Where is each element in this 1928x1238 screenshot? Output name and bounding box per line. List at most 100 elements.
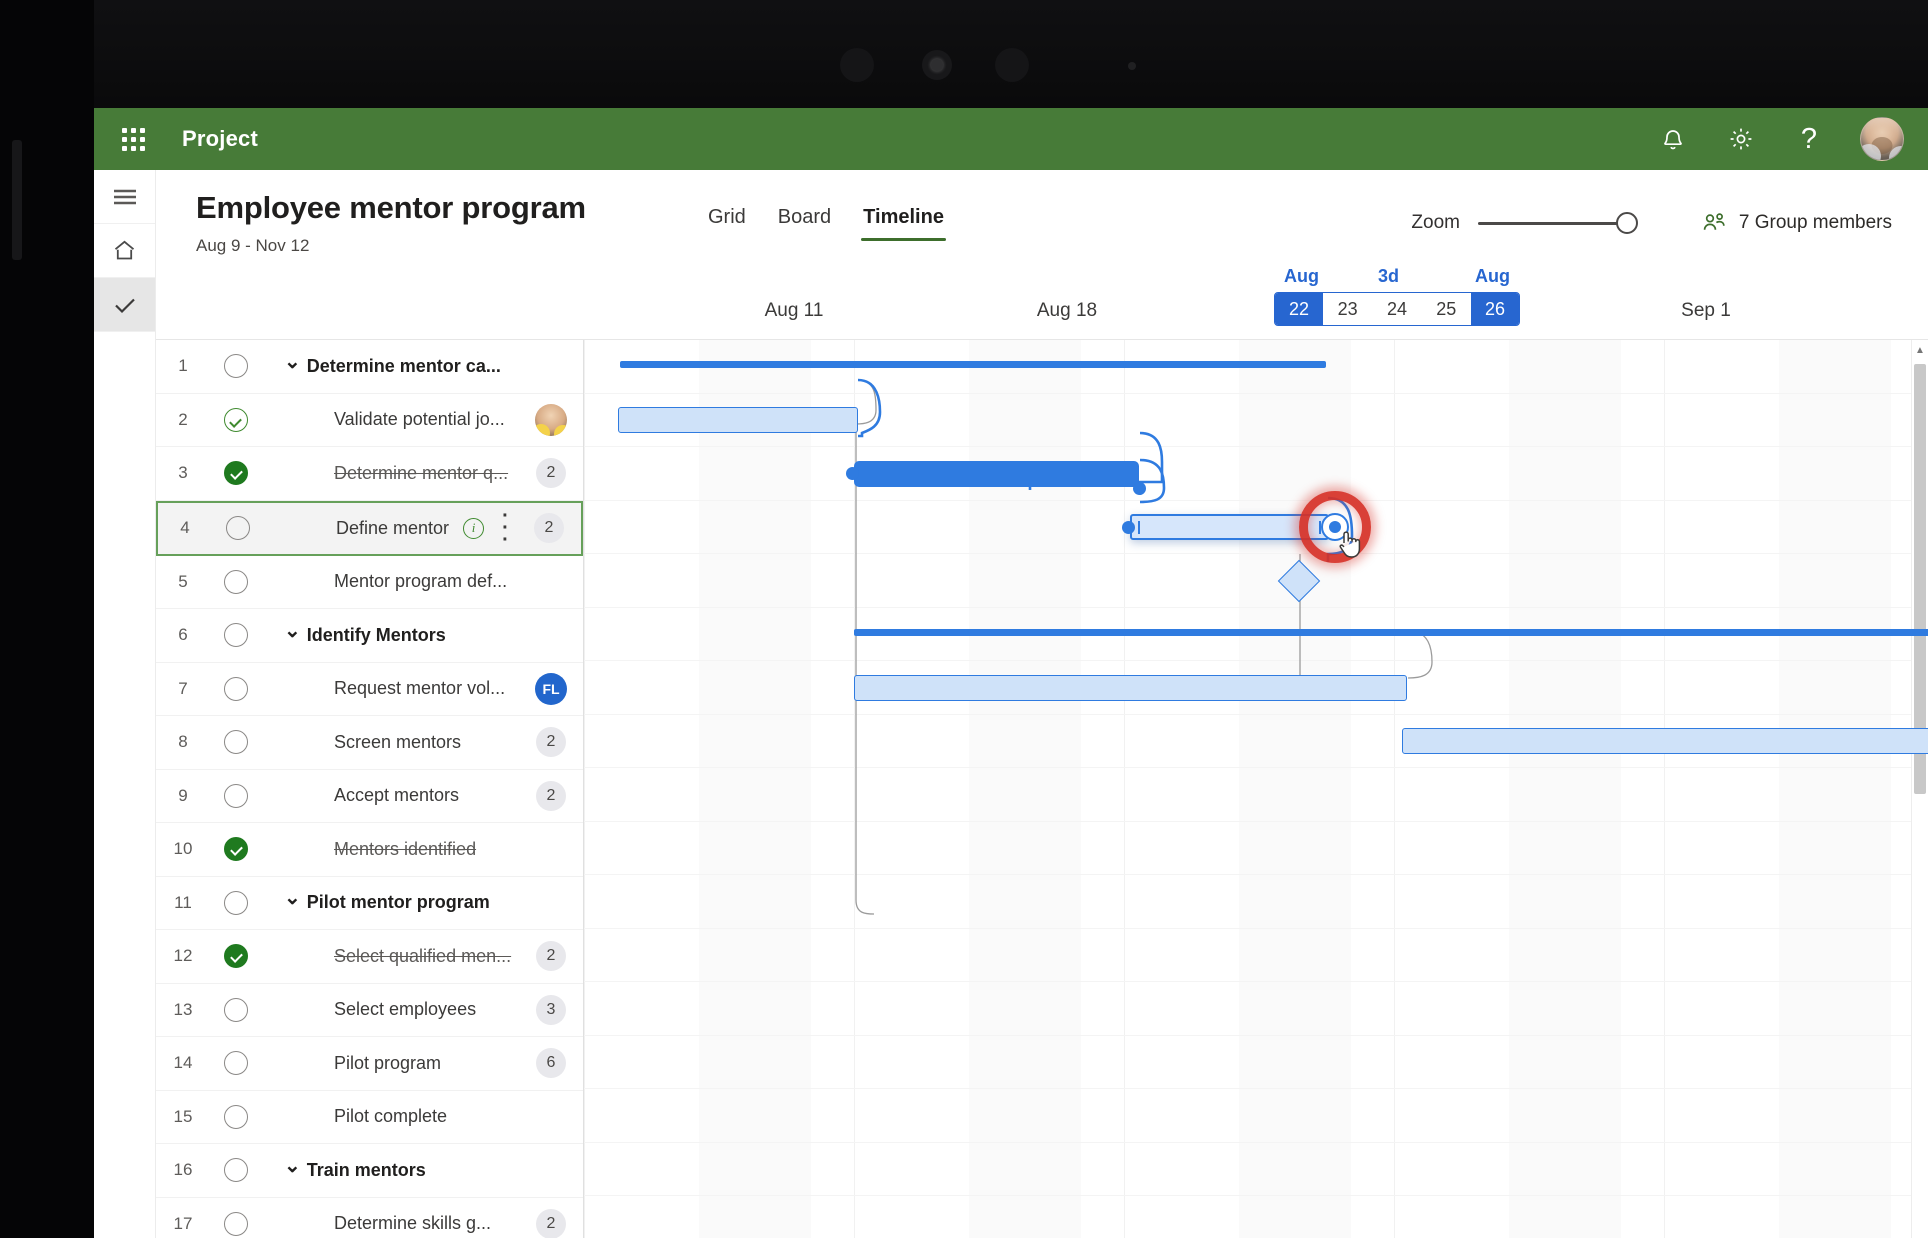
suite-title: Project — [182, 126, 258, 151]
task-name-cell[interactable]: Select employees — [262, 999, 519, 1020]
table-row[interactable]: 3 Determine mentor q... 2 — [156, 447, 583, 501]
user-avatar[interactable] — [1860, 117, 1904, 161]
duration-badge[interactable]: 2 — [534, 513, 564, 543]
table-row[interactable]: 2 Validate potential jo... — [156, 394, 583, 447]
duration-badge[interactable]: 2 — [536, 1208, 566, 1238]
task-name-cell[interactable]: Mentors identified — [262, 839, 519, 860]
app-launcher-icon[interactable] — [112, 118, 154, 160]
table-row[interactable]: 10 Mentors identified — [156, 823, 583, 877]
table-row[interactable]: 8 Screen mentors 2 — [156, 716, 583, 770]
date-pill-day-start[interactable]: 22 — [1275, 293, 1323, 325]
chevron-down-icon[interactable]: ⌄ — [284, 885, 301, 910]
chevron-down-icon[interactable]: ⌄ — [284, 1153, 301, 1178]
table-row[interactable]: 11 ⌄ Pilot mentor program — [156, 877, 583, 930]
task-complete-checkbox[interactable] — [210, 783, 262, 808]
tab-grid[interactable]: Grid — [696, 200, 758, 243]
summary-bar-identify-mentors[interactable] — [854, 628, 1928, 636]
task-complete-checkbox[interactable] — [210, 837, 262, 862]
task-complete-checkbox[interactable] — [210, 407, 262, 432]
table-row[interactable]: 17 Determine skills g... 2 — [156, 1198, 583, 1238]
assignee-avatar[interactable] — [535, 403, 567, 436]
tab-timeline[interactable]: Timeline — [851, 200, 956, 243]
table-row[interactable]: 6 ⌄ Identify Mentors — [156, 609, 583, 663]
chevron-down-icon[interactable]: ⌄ — [284, 618, 301, 643]
tab-board[interactable]: Board — [766, 200, 843, 243]
table-row[interactable]: 9 Accept mentors 2 — [156, 770, 583, 823]
menu-hamburger-icon[interactable] — [94, 170, 155, 224]
notification-bell-icon[interactable] — [1656, 122, 1690, 156]
more-options-icon[interactable]: · · · — [502, 506, 510, 550]
task-name-cell[interactable]: Pilot complete — [262, 1106, 519, 1127]
duration-badge[interactable]: 2 — [536, 727, 566, 758]
task-name-cell[interactable]: ⌄ Identify Mentors — [262, 620, 519, 648]
duration-badge[interactable]: 2 — [536, 941, 566, 972]
group-members-button[interactable]: 7 Group members — [1702, 212, 1892, 234]
zoom-slider[interactable] — [1478, 211, 1638, 234]
date-pill-captions: Aug 3d Aug — [1274, 266, 1520, 292]
task-name-cell[interactable]: Pilot program — [262, 1053, 519, 1074]
dependency-link-dot[interactable] — [1133, 481, 1146, 495]
task-name-cell[interactable]: Validate potential jo... — [262, 409, 519, 430]
task-bar-screen-mentors[interactable] — [1402, 728, 1928, 755]
task-complete-checkbox[interactable] — [210, 1158, 262, 1183]
task-complete-checkbox[interactable] — [210, 730, 262, 755]
info-icon[interactable]: i — [463, 517, 485, 539]
date-pill-day-end[interactable]: 26 — [1470, 293, 1519, 325]
task-name-cell[interactable]: Accept mentors — [262, 785, 519, 806]
task-complete-checkbox[interactable] — [212, 516, 264, 540]
date-pill[interactable]: 22 23 24 25 26 — [1274, 292, 1520, 326]
table-row[interactable]: 12 Select qualified men... 2 — [156, 930, 583, 984]
task-complete-checkbox[interactable] — [210, 1051, 262, 1076]
sidebar-item-home[interactable] — [94, 224, 155, 278]
task-name-cell[interactable]: Determine mentor q... — [262, 463, 519, 484]
table-row[interactable]: 16 ⌄ Train mentors — [156, 1144, 583, 1198]
task-bar-request-mentor-volunteers[interactable] — [854, 674, 1407, 701]
task-complete-checkbox[interactable] — [210, 1211, 262, 1236]
task-name-cell[interactable]: Determine skills g... — [262, 1213, 519, 1234]
task-name-cell[interactable]: Screen mentors — [262, 732, 519, 753]
duration-badge[interactable]: 2 — [536, 780, 566, 811]
date-pill-day[interactable]: 25 — [1422, 293, 1471, 325]
task-complete-checkbox[interactable] — [210, 997, 262, 1022]
table-row[interactable]: 7 Request mentor vol... FL — [156, 663, 583, 716]
task-complete-checkbox[interactable] — [210, 623, 262, 648]
task-complete-checkbox[interactable] — [210, 944, 262, 969]
table-row[interactable]: 15 Pilot complete — [156, 1091, 583, 1144]
scroll-up-arrow[interactable]: ▲ — [1912, 340, 1928, 360]
chevron-down-icon[interactable]: ⌄ — [284, 349, 301, 374]
task-complete-checkbox[interactable] — [210, 676, 262, 701]
task-name-cell[interactable]: Define mentor i · · · — [264, 506, 517, 550]
task-name-cell[interactable]: ⌄ Determine mentor ca... — [262, 351, 519, 379]
zoom-slider-thumb[interactable] — [1616, 211, 1638, 234]
task-name-cell[interactable]: Request mentor vol... — [262, 678, 519, 699]
date-pill-day[interactable]: 24 — [1372, 293, 1421, 325]
task-complete-checkbox[interactable] — [210, 1104, 262, 1129]
task-name-cell[interactable]: ⌄ Train mentors — [262, 1155, 519, 1183]
vertical-scrollbar[interactable]: ▲ — [1911, 340, 1928, 1238]
table-row[interactable]: 13 Select employees 3 — [156, 984, 583, 1037]
task-name-cell[interactable]: ⌄ Pilot mentor program — [262, 887, 519, 915]
sidebar-item-tasks[interactable] — [94, 278, 155, 332]
duration-badge[interactable]: 6 — [536, 1048, 566, 1079]
table-row[interactable]: 5 Mentor program def... — [156, 556, 583, 609]
duration-badge[interactable]: 3 — [536, 994, 566, 1025]
task-complete-checkbox[interactable] — [210, 461, 262, 486]
task-name-cell[interactable]: Mentor program def... — [262, 571, 519, 592]
table-row[interactable]: 4 Define mentor i · · · 2 — [156, 500, 583, 556]
task-name-cell[interactable]: Select qualified men... — [262, 946, 519, 967]
assignee-initials-avatar[interactable]: FL — [535, 672, 567, 705]
task-bar-define-mentor[interactable] — [1130, 514, 1329, 541]
table-row[interactable]: 14 Pilot program 6 — [156, 1037, 583, 1091]
task-bar-determine-mentor-qualifications[interactable] — [854, 460, 1139, 487]
task-bar-validate-potential-job[interactable] — [618, 407, 858, 434]
dependency-link-dot[interactable] — [1122, 520, 1135, 534]
settings-gear-icon[interactable] — [1724, 122, 1758, 156]
task-complete-checkbox[interactable] — [210, 890, 262, 915]
duration-badge[interactable]: 2 — [536, 458, 566, 489]
summary-bar-determine-mentor-capabilities[interactable] — [620, 361, 1326, 369]
task-complete-checkbox[interactable] — [210, 569, 262, 594]
table-row[interactable]: 1 ⌄ Determine mentor ca... — [156, 340, 583, 394]
help-question-icon[interactable]: ? — [1792, 122, 1826, 156]
task-complete-checkbox[interactable] — [210, 354, 262, 379]
date-pill-day[interactable]: 23 — [1323, 293, 1372, 325]
